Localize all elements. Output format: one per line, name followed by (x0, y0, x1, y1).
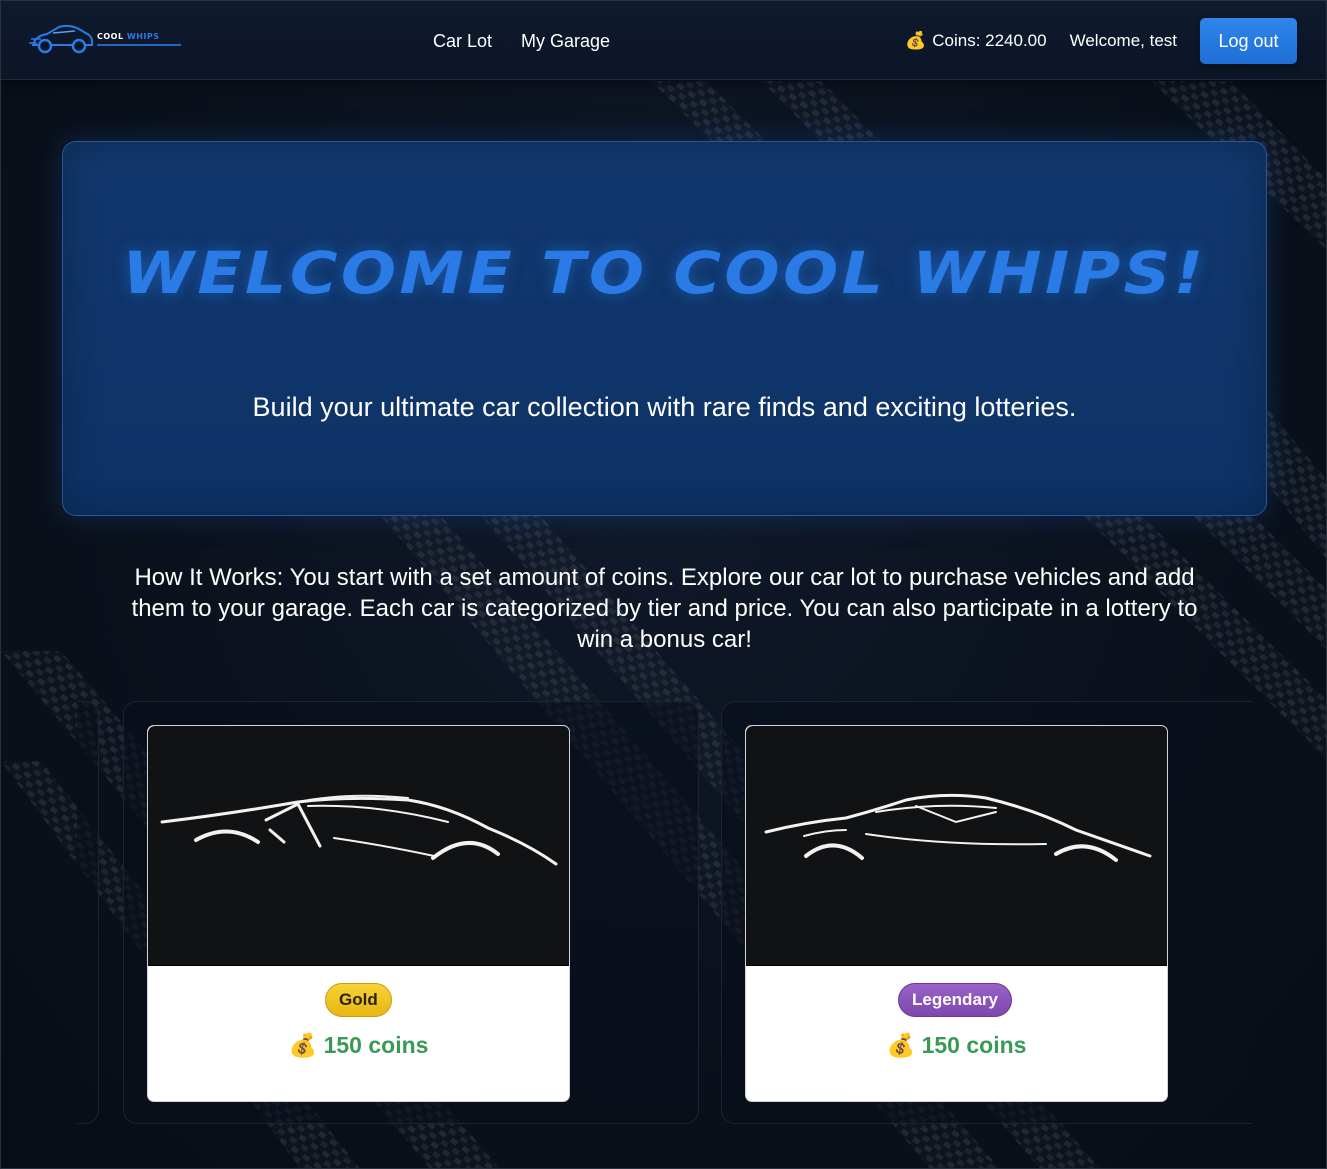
car-card[interactable]: Legendary 💰 150 coins (745, 725, 1168, 1102)
hero-banner: Welcome to Cool Whips! Build your ultima… (62, 141, 1267, 516)
money-bag-icon: 💰 (886, 1032, 916, 1058)
car-silhouette-icon (160, 794, 558, 866)
coins-display: 💰 Coins: 2240.00 (905, 31, 1047, 51)
money-bag-icon: 💰 (905, 31, 927, 50)
car-carousel: Gold 💰 150 coins Legendary 💰 150 coins (77, 701, 1252, 1125)
car-image (746, 726, 1167, 966)
car-card[interactable]: Gold 💰 150 coins (147, 725, 570, 1102)
car-price-label: 150 coins (921, 1032, 1027, 1058)
tier-badge-legendary: Legendary (898, 983, 1012, 1017)
coins-label: Coins: 2240.00 (932, 31, 1047, 50)
navbar: COOL WHIPS Car Lot My Garage 💰 Coins: 22… (1, 1, 1326, 80)
logo-underline (97, 44, 181, 46)
hero-title: Welcome to Cool Whips! (122, 239, 1207, 307)
carousel-slide-partial (77, 701, 99, 1124)
car-silhouette-icon (764, 793, 1152, 862)
nav-link-car-lot[interactable]: Car Lot (433, 31, 492, 52)
car-price: 💰 150 coins (148, 1032, 569, 1059)
nav-link-my-garage[interactable]: My Garage (521, 31, 610, 52)
how-it-works-text: How It Works: You start with a set amoun… (131, 564, 1198, 653)
carousel-slide: Gold 💰 150 coins (123, 701, 699, 1124)
logo-word-whips: WHIPS (126, 32, 160, 41)
nav-links: Car Lot My Garage (433, 31, 610, 52)
logo-word-cool: COOL (97, 32, 124, 41)
car-image (148, 726, 569, 966)
logo[interactable]: COOL WHIPS (29, 17, 185, 57)
carousel-slide: Legendary 💰 150 coins (721, 701, 1252, 1124)
car-price: 💰 150 coins (746, 1032, 1167, 1059)
logout-button[interactable]: Log out (1200, 18, 1297, 64)
logo-text: COOL WHIPS (97, 32, 160, 41)
money-bag-icon: 💰 (288, 1032, 318, 1058)
tier-badge-gold: Gold (325, 983, 392, 1017)
nav-user-area: 💰 Coins: 2240.00 Welcome, test Log out (905, 18, 1297, 64)
welcome-text: Welcome, test (1069, 31, 1177, 50)
car-logo-icon (29, 24, 94, 54)
car-price-label: 150 coins (323, 1032, 429, 1058)
page: COOL WHIPS Car Lot My Garage 💰 Coins: 22… (0, 0, 1327, 1169)
hero-subtitle: Build your ultimate car collection with … (252, 392, 1077, 422)
